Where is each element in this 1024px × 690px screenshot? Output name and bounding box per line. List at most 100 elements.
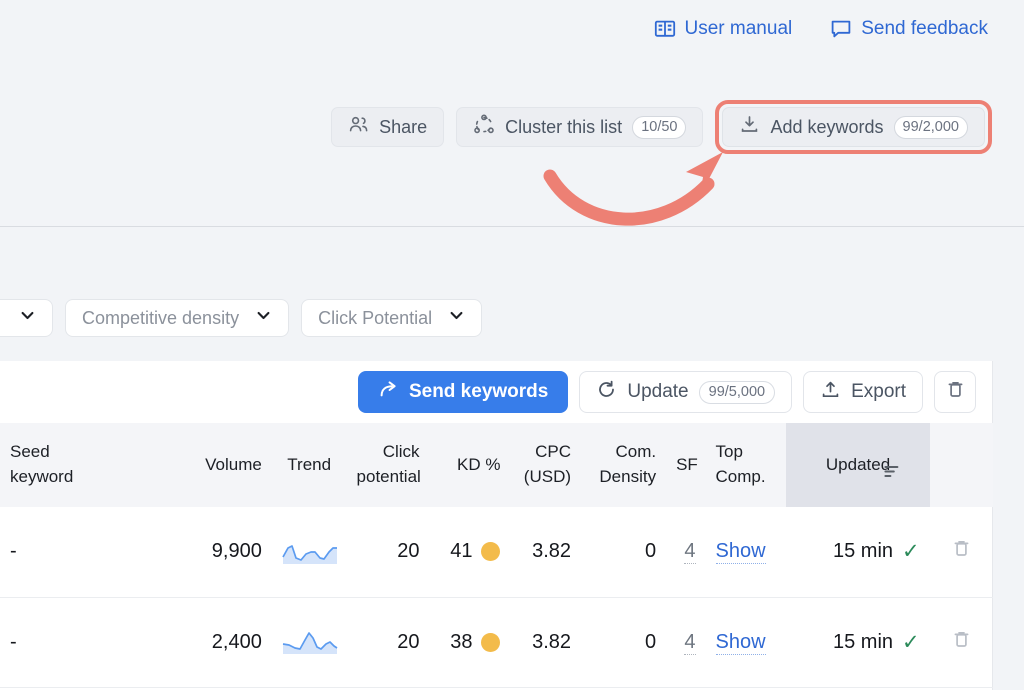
col-top-comp-line1: Top xyxy=(716,440,777,465)
chevron-down-icon xyxy=(255,307,272,329)
cell-volume: 2,400 xyxy=(187,597,272,687)
cluster-this-list-button[interactable]: Cluster this list 10/50 xyxy=(456,107,703,147)
cluster-quota-badge: 10/50 xyxy=(632,116,686,139)
cell-kd: 38 xyxy=(430,597,511,687)
cell-click-potential: 20 xyxy=(347,597,430,687)
trash-icon xyxy=(945,379,966,405)
download-icon xyxy=(739,114,760,140)
cell-com-density: 0 xyxy=(581,507,666,597)
col-actions xyxy=(930,423,993,507)
update-button[interactable]: Update 99/5,000 xyxy=(579,371,792,413)
cell-seed-keyword: - xyxy=(0,507,187,597)
share-button[interactable]: Share xyxy=(331,107,444,147)
cell-cpc: 3.82 xyxy=(510,507,581,597)
cell-trend[interactable] xyxy=(272,597,347,687)
add-keywords-quota-badge: 99/2,000 xyxy=(894,116,968,139)
kd-difficulty-dot xyxy=(481,542,500,561)
kd-value: 38 xyxy=(450,631,472,654)
trend-sparkline xyxy=(282,539,337,565)
cell-top-comp[interactable]: Show xyxy=(706,507,787,597)
col-seed-keyword[interactable]: Seed keyword xyxy=(0,423,187,507)
send-keywords-label: Send keywords xyxy=(409,381,548,403)
table-row[interactable]: - 9,900 20 41 xyxy=(0,507,993,597)
add-keywords-label: Add keywords xyxy=(770,117,883,138)
sf-value: 4 xyxy=(684,631,695,655)
chevron-down-icon xyxy=(448,307,465,329)
col-trend-label: Trend xyxy=(287,455,331,474)
filter-competitive-density[interactable]: Competitive density xyxy=(65,299,289,337)
filter-chip-clipped[interactable] xyxy=(0,299,53,337)
cell-click-potential: 20 xyxy=(347,507,430,597)
row-delete-trash-icon[interactable] xyxy=(951,633,972,655)
keywords-table: Seed keyword Volume Trend Click potentia… xyxy=(0,423,993,688)
export-button[interactable]: Export xyxy=(803,371,923,413)
col-cpc[interactable]: CPC (USD) xyxy=(510,423,581,507)
sort-descending-icon[interactable] xyxy=(882,462,901,486)
col-updated-label: Updated xyxy=(826,455,890,474)
filter-click-potential[interactable]: Click Potential xyxy=(301,299,482,337)
keywords-panel: Send keywords Update 99/5,000 xyxy=(0,361,993,690)
col-click-potential[interactable]: Click potential xyxy=(347,423,430,507)
table-row[interactable]: - 2,400 20 38 xyxy=(0,597,993,687)
cell-trend[interactable] xyxy=(272,507,347,597)
cell-updated: 15 min ✓ xyxy=(786,507,929,597)
update-quota-badge: 99/5,000 xyxy=(699,381,775,404)
kd-value: 41 xyxy=(450,540,472,563)
user-manual-link[interactable]: User manual xyxy=(654,18,793,40)
cluster-icon xyxy=(473,114,495,141)
col-sf[interactable]: SF xyxy=(666,423,705,507)
updated-check-icon: ✓ xyxy=(902,632,920,653)
cell-row-actions[interactable] xyxy=(930,597,993,687)
sf-value: 4 xyxy=(684,540,695,564)
show-top-competitors-link[interactable]: Show xyxy=(716,540,766,564)
col-click-potential-line1: Click xyxy=(357,440,420,465)
refresh-icon xyxy=(596,379,617,406)
col-updated[interactable]: Updated xyxy=(786,423,929,507)
chevron-down-icon xyxy=(19,307,36,329)
trend-sparkline xyxy=(282,629,337,655)
col-trend[interactable]: Trend xyxy=(272,423,347,507)
export-label: Export xyxy=(851,381,906,403)
send-feedback-link[interactable]: Send feedback xyxy=(830,18,988,40)
cell-cpc: 3.82 xyxy=(510,597,581,687)
col-com-density[interactable]: Com. Density xyxy=(581,423,666,507)
action-toolbar: Share Cluster this list 10/50 xyxy=(331,100,992,154)
filter-bar: Competitive density Click Potential xyxy=(0,299,482,337)
col-kd-label: KD % xyxy=(457,455,500,474)
table-body: - 9,900 20 41 xyxy=(0,507,993,687)
col-volume-label: Volume xyxy=(205,455,262,474)
cell-sf[interactable]: 4 xyxy=(666,597,705,687)
cell-kd: 41 xyxy=(430,507,511,597)
speech-bubble-icon xyxy=(830,18,852,40)
page-root: User manual Send feedback Share xyxy=(0,0,1024,690)
annotation-arrow xyxy=(540,148,770,233)
updated-value: 15 min xyxy=(833,631,893,654)
col-com-density-line1: Com. xyxy=(591,440,656,465)
col-seed-keyword-line1: Seed xyxy=(10,440,177,465)
col-volume[interactable]: Volume xyxy=(187,423,272,507)
share-label: Share xyxy=(379,117,427,138)
cell-top-comp[interactable]: Show xyxy=(706,597,787,687)
competitive-density-label: Competitive density xyxy=(82,308,239,329)
kd-difficulty-dot xyxy=(481,633,500,652)
update-label: Update xyxy=(627,381,688,403)
col-kd[interactable]: KD % xyxy=(430,423,511,507)
cell-sf[interactable]: 4 xyxy=(666,507,705,597)
cell-row-actions[interactable] xyxy=(930,507,993,597)
add-keywords-highlight: Add keywords 99/2,000 xyxy=(715,100,992,154)
send-keywords-button[interactable]: Send keywords xyxy=(358,371,568,413)
col-click-potential-line2: potential xyxy=(357,465,420,490)
upload-icon xyxy=(820,379,841,406)
add-keywords-button[interactable]: Add keywords 99/2,000 xyxy=(722,107,985,147)
col-com-density-line2: Density xyxy=(591,465,656,490)
show-top-competitors-link[interactable]: Show xyxy=(716,631,766,655)
table-header-row: Seed keyword Volume Trend Click potentia… xyxy=(0,423,993,507)
people-icon xyxy=(348,114,369,140)
col-top-comp[interactable]: Top Comp. xyxy=(706,423,787,507)
row-delete-trash-icon[interactable] xyxy=(951,542,972,564)
cell-volume: 9,900 xyxy=(187,507,272,597)
updated-value: 15 min xyxy=(833,540,893,563)
user-manual-label: User manual xyxy=(685,18,793,40)
delete-selected-button[interactable] xyxy=(934,371,976,413)
col-cpc-line1: CPC xyxy=(520,440,571,465)
